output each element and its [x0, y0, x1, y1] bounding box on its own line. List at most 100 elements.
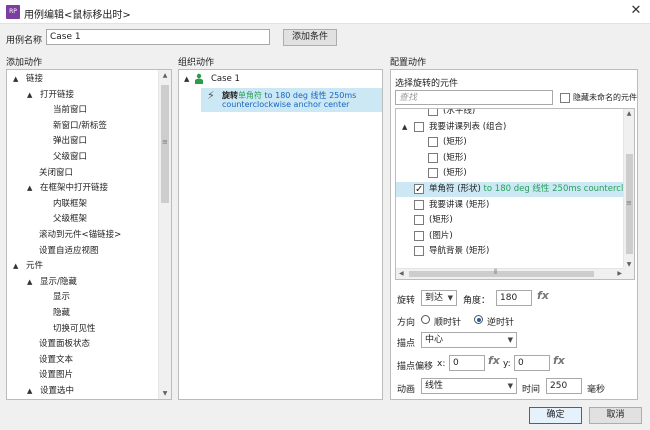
add-action-item[interactable]: 关闭窗口 [7, 166, 157, 181]
add-action-item-label: 设置图片 [39, 370, 74, 381]
element-tree-item[interactable]: ▲ 我要讲课列表 (组合) [396, 120, 624, 135]
element-tree-hscroll[interactable]: ◀ ⦀ ▶ [396, 268, 625, 279]
add-action-item[interactable]: ▲ 链接 [7, 72, 157, 87]
element-tree-item[interactable]: (矩形) [396, 213, 624, 228]
add-action-item[interactable]: 弹出窗口 [7, 134, 157, 149]
element-checkbox[interactable] [428, 152, 438, 163]
add-action-item[interactable]: 切换可见性 [7, 322, 157, 337]
element-tree-label: (矩形) [443, 166, 467, 181]
chevron-down-icon: ▼ [447, 294, 453, 302]
element-tree-item[interactable]: (图片) [396, 229, 624, 244]
add-action-item[interactable]: 滚动到元件<锚链接> [7, 228, 157, 243]
collapse-triangle-icon[interactable]: ▲ [27, 275, 32, 290]
add-action-item[interactable]: ▲ 设置选中 [7, 384, 157, 399]
element-tree-item[interactable]: (矩形) [396, 151, 624, 166]
add-action-item[interactable]: ▲ 在框架中打开链接 [7, 181, 157, 196]
cancel-button[interactable]: 取消 [589, 407, 642, 424]
add-action-item[interactable]: 新窗口/新标签 [7, 119, 157, 134]
add-action-item[interactable]: 父级框架 [7, 212, 157, 227]
element-checkbox[interactable] [414, 199, 424, 210]
element-tree-label: 导航背景 (矩形) [429, 244, 489, 259]
element-checkbox[interactable] [414, 215, 424, 226]
counterclockwise-radio[interactable] [474, 315, 483, 324]
add-action-item-label: 关闭窗口 [39, 167, 74, 178]
element-checkbox[interactable] [414, 121, 424, 132]
add-action-item[interactable]: 设置文本 [7, 353, 157, 368]
add-action-item[interactable]: 隐藏 [7, 306, 157, 321]
element-checkbox[interactable] [414, 230, 424, 241]
element-tree-item[interactable]: 我要讲课 (矩形) [396, 198, 624, 213]
element-tree-item[interactable]: (矩形) [396, 166, 624, 181]
animation-select[interactable]: 线性 ▼ [421, 378, 517, 394]
scroll-left-icon[interactable]: ◀ [399, 270, 404, 277]
offset-x-input[interactable]: 0 [449, 355, 485, 371]
add-action-item[interactable]: ▲ 显示/隐藏 [7, 275, 157, 290]
element-checkbox[interactable] [414, 246, 424, 257]
collapse-case-icon[interactable]: ▲ [184, 75, 189, 83]
search-input[interactable]: 查找 [395, 90, 553, 105]
case-name-input[interactable]: Case 1 [46, 29, 270, 45]
element-tree-vscroll[interactable]: ▲ ≡ ▼ [623, 109, 634, 269]
add-action-scrollbar[interactable]: ▲ ≡ ▼ [158, 70, 171, 399]
offset-x-label: x: [437, 359, 446, 369]
action-name: 旋转 [222, 91, 238, 100]
element-tree-item[interactable]: (矩形) [396, 135, 624, 150]
add-action-item[interactable]: ▲ 打开链接 [7, 88, 157, 103]
collapse-triangle-icon[interactable]: ▲ [13, 259, 18, 274]
element-tree-item[interactable]: 导航背景 (矩形) [396, 244, 624, 259]
element-tree-label: 单角符 (形状) to 180 deg 线性 250ms countercloc… [429, 182, 634, 197]
scroll-down-icon[interactable]: ▼ [159, 390, 171, 397]
rotate-mode-select[interactable]: 到达 ▼ [421, 290, 457, 306]
element-name: (矩形) [443, 152, 467, 163]
action-item[interactable]: ⚡ 旋转单角符 to 180 deg 线性 250ms counterclock… [201, 88, 382, 112]
collapse-triangle-icon[interactable]: ▲ [27, 181, 32, 196]
scroll-up-icon[interactable]: ▲ [624, 110, 634, 117]
collapse-triangle-icon[interactable]: ▲ [27, 384, 32, 399]
collapse-triangle-icon[interactable]: ▲ [27, 88, 32, 103]
scroll-right-icon[interactable]: ▶ [617, 270, 622, 277]
fx-offset-x-icon[interactable]: fx [488, 354, 500, 367]
fx-offset-y-icon[interactable]: fx [553, 354, 565, 367]
element-name: (图片) [429, 230, 453, 241]
add-action-item[interactable]: 设置面板状态 [7, 337, 157, 352]
add-action-item-label: 切换可见性 [53, 323, 96, 334]
element-checkbox[interactable] [428, 137, 438, 148]
add-action-item[interactable]: 设置自适应视图 [7, 244, 157, 259]
add-action-item[interactable]: 父级窗口 [7, 150, 157, 165]
scroll-corner [623, 268, 634, 279]
element-checkbox[interactable] [428, 109, 438, 116]
add-action-item[interactable]: 显示 [7, 290, 157, 305]
angle-label: 角度： [463, 296, 491, 306]
element-tree-item[interactable]: (水平线) [396, 109, 624, 119]
chevron-down-icon: ▼ [507, 382, 513, 390]
scroll-down-icon[interactable]: ▼ [624, 261, 634, 268]
ok-button[interactable]: 确定 [529, 407, 582, 424]
clockwise-label: 顺时针 [434, 318, 462, 328]
element-name: 导航背景 (矩形) [429, 246, 490, 257]
fx-angle-icon[interactable]: fx [537, 289, 549, 302]
offset-y-input[interactable]: 0 [514, 355, 550, 371]
hide-unnamed-checkbox[interactable] [560, 93, 570, 103]
close-icon[interactable]: ✕ [628, 3, 644, 19]
case-label[interactable]: Case 1 [211, 74, 240, 84]
hscroll-thumb[interactable] [409, 271, 594, 277]
angle-input[interactable]: 180 [496, 290, 532, 306]
organize-action-panel: ▲ Case 1 ⚡ 旋转单角符 to 180 deg 线性 250ms cou… [178, 69, 383, 400]
anchor-select[interactable]: 中心 ▼ [421, 332, 517, 348]
add-action-item[interactable]: 内联框架 [7, 197, 157, 212]
add-action-item[interactable]: ▲ 元件 [7, 259, 157, 274]
lightning-icon: ⚡ [207, 89, 215, 102]
element-tree-box: (水平线) ▲ 我要讲课列表 (组合) (矩形) (矩形) (矩形) 单角符 (形状) to… [395, 108, 635, 280]
add-action-item[interactable]: 当前窗口 [7, 103, 157, 118]
time-input[interactable]: 250 [546, 378, 582, 394]
clockwise-radio[interactable] [421, 315, 430, 324]
add-condition-button[interactable]: 添加条件 [283, 29, 337, 46]
add-action-item-label: 显示 [53, 292, 71, 303]
element-tree-item[interactable]: 单角符 (形状) to 180 deg 线性 250ms countercloc… [396, 182, 634, 197]
element-checkbox[interactable] [428, 168, 438, 179]
scroll-up-icon[interactable]: ▲ [159, 72, 171, 79]
collapse-triangle-icon[interactable]: ▲ [13, 72, 18, 87]
element-checkbox[interactable] [414, 182, 424, 197]
collapse-triangle-icon[interactable]: ▲ [402, 120, 407, 135]
add-action-item[interactable]: 设置图片 [7, 368, 157, 383]
